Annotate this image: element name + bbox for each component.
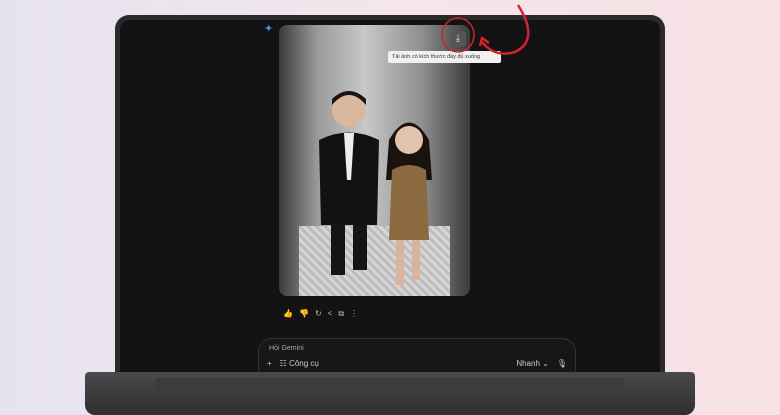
annotation-overlay xyxy=(441,4,530,55)
highlight-circle xyxy=(441,17,475,53)
annotation-arrow xyxy=(481,4,530,55)
